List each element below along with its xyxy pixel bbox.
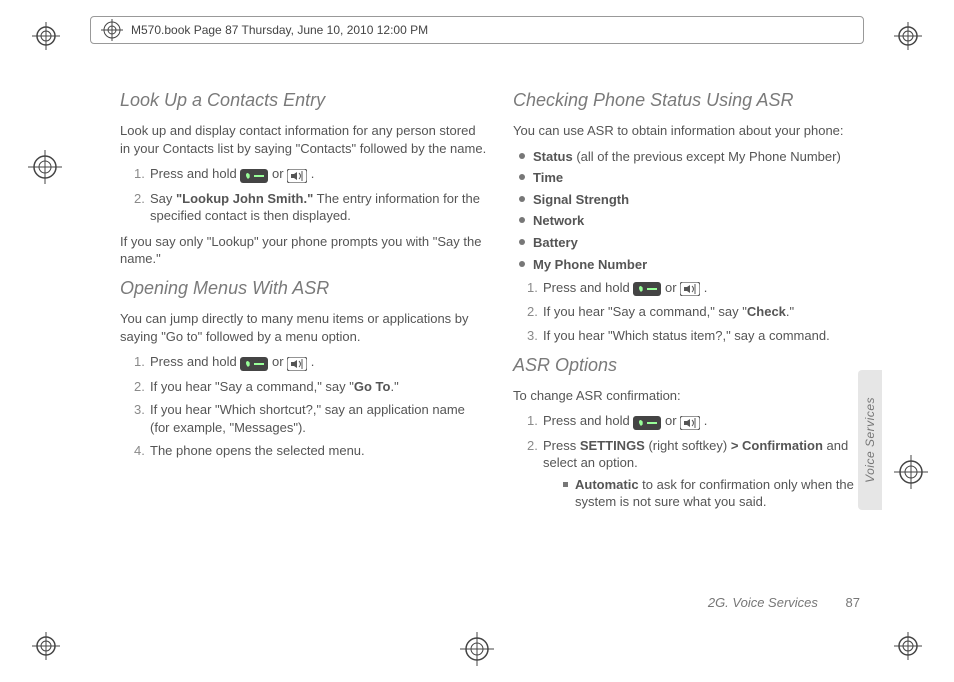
talk-key-icon — [633, 280, 661, 298]
heading-opening-menus: Opening Menus With ASR — [120, 276, 487, 300]
list-number: 1. — [527, 412, 538, 430]
para-menus-intro: You can jump directly to many menu items… — [120, 310, 487, 345]
section-side-tab: Voice Services — [858, 370, 882, 510]
speaker-key-icon — [287, 166, 307, 184]
speaker-key-icon — [287, 354, 307, 372]
crop-mark-top-left — [32, 22, 60, 50]
bold-text: Automatic — [575, 477, 639, 492]
para-status-intro: You can use ASR to obtain information ab… — [513, 122, 880, 140]
para-asr-options: To change ASR confirmation: — [513, 387, 880, 405]
page-footer: 2G. Voice Services 87 — [120, 595, 860, 610]
bullet-item: Time — [519, 169, 880, 187]
list-item: 1. Press and hold or . — [527, 412, 880, 430]
text: ." — [786, 304, 794, 319]
page-header-text: M570.book Page 87 Thursday, June 10, 201… — [131, 23, 428, 37]
bold-text: Time — [533, 170, 563, 185]
list-number: 1. — [134, 353, 145, 371]
side-tab-label: Voice Services — [863, 397, 877, 483]
speaker-key-icon — [680, 413, 700, 431]
list-number: 1. — [527, 279, 538, 297]
bullet-item: Signal Strength — [519, 191, 880, 209]
list-number: 4. — [134, 442, 145, 460]
list-item: 1. Press and hold or . — [527, 279, 880, 297]
header-registration-icon — [101, 19, 123, 41]
footer-section: 2G. Voice Services — [708, 595, 818, 610]
text: or — [665, 280, 680, 295]
heading-lookup-contacts: Look Up a Contacts Entry — [120, 88, 487, 112]
footer-page-number: 87 — [846, 595, 860, 610]
list-item: 1. Press and hold or . — [134, 353, 487, 371]
crop-mark-bottom-left — [32, 632, 60, 660]
list-number: 3. — [134, 401, 145, 419]
text: or — [665, 413, 680, 428]
text: If you hear "Which status item?," say a … — [543, 328, 830, 343]
text: or — [272, 166, 287, 181]
bullet-item: Battery — [519, 234, 880, 252]
text: The phone opens the selected menu. — [150, 443, 365, 458]
bold-text: Go To — [354, 379, 391, 394]
text: If you hear "Say a command," say " — [543, 304, 747, 319]
list-number: 3. — [527, 327, 538, 345]
speaker-key-icon — [680, 280, 700, 298]
heading-phone-status: Checking Phone Status Using ASR — [513, 88, 880, 112]
text: If you hear "Say a command," say " — [150, 379, 354, 394]
bold-text: Network — [533, 213, 584, 228]
bold-text: "Lookup John Smith." — [176, 191, 313, 206]
list-number: 2. — [134, 190, 145, 208]
crop-mark-bottom-center — [460, 632, 494, 666]
para-lookup-intro: Look up and display contact information … — [120, 122, 487, 157]
page-content: Look Up a Contacts Entry Look up and dis… — [120, 88, 880, 608]
bold-text: Status — [533, 149, 573, 164]
text: Press and hold — [150, 166, 240, 181]
crop-mark-right-mid — [894, 455, 928, 489]
bold-text: Confirmation — [738, 438, 823, 453]
text: . — [704, 413, 708, 428]
bold-text: SETTINGS — [580, 438, 645, 453]
text: Press and hold — [543, 280, 633, 295]
text: . — [704, 280, 708, 295]
para-lookup-note: If you say only "Lookup" your phone prom… — [120, 233, 487, 268]
crop-mark-left-mid — [28, 150, 62, 184]
text: . — [311, 166, 315, 181]
list-number: 2. — [134, 378, 145, 396]
list-item: 4. The phone opens the selected menu. — [134, 442, 487, 460]
list-item: 2. If you hear "Say a command," say "Che… — [527, 303, 880, 321]
list-number: 2. — [527, 437, 538, 455]
bold-text: Battery — [533, 235, 578, 250]
list-item: 2. If you hear "Say a command," say "Go … — [134, 378, 487, 396]
list-item: 3. If you hear "Which shortcut?," say an… — [134, 401, 487, 436]
left-column: Look Up a Contacts Entry Look up and dis… — [120, 88, 487, 608]
list-number: 2. — [527, 303, 538, 321]
crop-mark-top-right — [894, 22, 922, 50]
page-header-bar: M570.book Page 87 Thursday, June 10, 201… — [90, 16, 864, 44]
bullet-item: Network — [519, 212, 880, 230]
text: (all of the previous except My Phone Num… — [573, 149, 841, 164]
right-column: Checking Phone Status Using ASR You can … — [513, 88, 880, 608]
text: or — [272, 354, 287, 369]
bold-text: My Phone Number — [533, 257, 647, 272]
talk-key-icon — [633, 413, 661, 431]
talk-key-icon — [240, 354, 268, 372]
crop-mark-bottom-right — [894, 632, 922, 660]
text: ." — [390, 379, 398, 394]
talk-key-icon — [240, 166, 268, 184]
text: Press — [543, 438, 580, 453]
heading-asr-options: ASR Options — [513, 353, 880, 377]
list-item: 3. If you hear "Which status item?," say… — [527, 327, 880, 345]
bullet-item: Status (all of the previous except My Ph… — [519, 148, 880, 166]
list-number: 1. — [134, 165, 145, 183]
list-item: 2. Say "Lookup John Smith." The entry in… — [134, 190, 487, 225]
text: . — [311, 354, 315, 369]
text: Say — [150, 191, 176, 206]
text: If you hear "Which shortcut?," say an ap… — [150, 402, 465, 435]
text: Press and hold — [543, 413, 633, 428]
text: (right softkey) — [645, 438, 731, 453]
list-item: 2. Press SETTINGS (right softkey) > Conf… — [527, 437, 880, 511]
list-item: 1. Press and hold or . — [134, 165, 487, 183]
sub-bullet-item: Automatic to ask for confirmation only w… — [563, 476, 880, 511]
text: Press and hold — [150, 354, 240, 369]
bold-text: Signal Strength — [533, 192, 629, 207]
bullet-item: My Phone Number — [519, 256, 880, 274]
bold-text: Check — [747, 304, 786, 319]
